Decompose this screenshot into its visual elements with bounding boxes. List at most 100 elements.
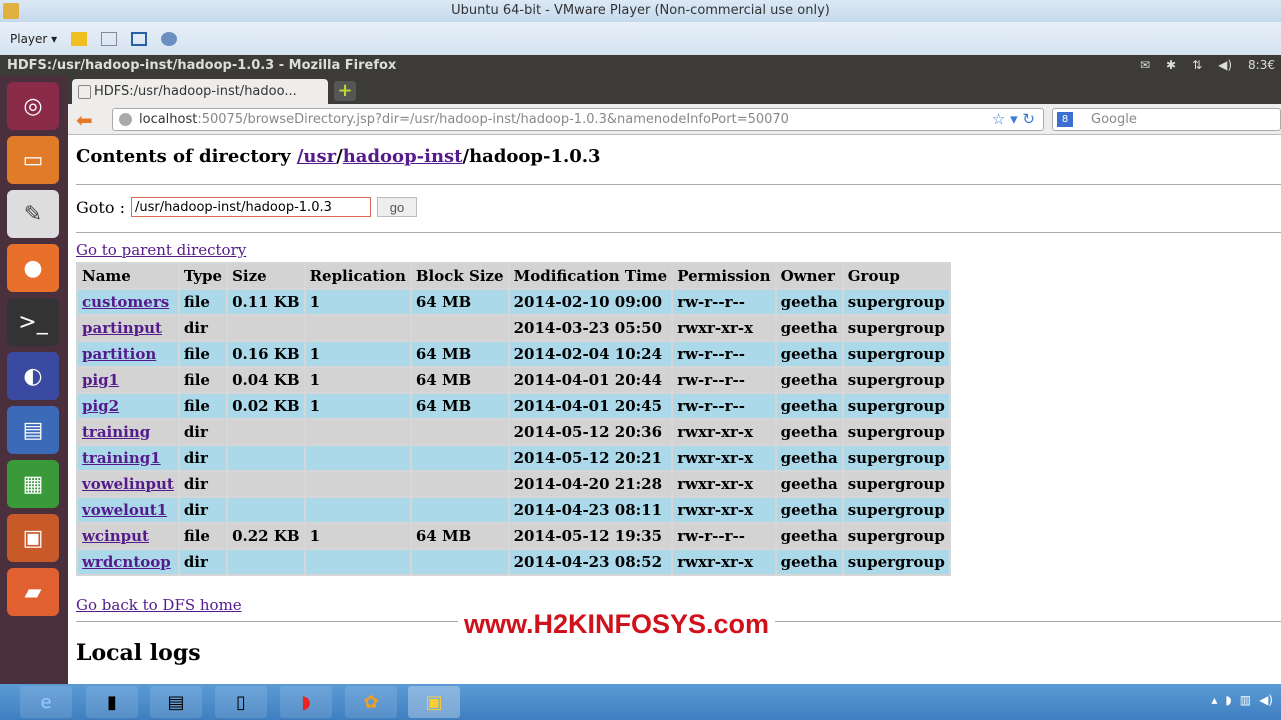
devices-icon[interactable]: [101, 31, 118, 46]
table-cell: geetha: [776, 290, 842, 314]
network-icon[interactable]: ⇅: [1192, 55, 1202, 76]
file-link[interactable]: pig1: [82, 371, 119, 389]
table-cell: 64 MB: [411, 524, 508, 548]
text-editor-icon[interactable]: ✎: [7, 190, 59, 238]
table-cell: 0.02 KB: [228, 394, 304, 418]
pause-icon[interactable]: [71, 31, 88, 46]
system-tray: ▴ ◗ ▥ ◀): [1211, 693, 1273, 707]
table-cell: [305, 550, 410, 574]
table-cell: file: [179, 524, 227, 548]
file-link[interactable]: wcinput: [82, 527, 149, 545]
fullscreen-icon[interactable]: [131, 31, 148, 46]
firefox-icon[interactable]: ●: [7, 244, 59, 292]
url-bar[interactable]: localhost:50075/browseDirectory.jsp?dir=…: [112, 108, 1044, 131]
unity-icon[interactable]: [161, 31, 178, 46]
divider: [76, 184, 1281, 185]
file-link[interactable]: vowelout1: [82, 501, 167, 519]
column-header: Modification Time: [509, 264, 672, 288]
table-cell: 64 MB: [411, 368, 508, 392]
ubuntu-top-panel: HDFS:/usr/hadoop-inst/hadoop-1.0.3 - Moz…: [0, 55, 1281, 76]
table-row: training dir 2014-05-12 20:36 rwxr-xr-x geet…: [78, 420, 949, 444]
reload-icon[interactable]: ☆ ▾ ↻: [992, 109, 1035, 130]
bluetooth-icon[interactable]: ✱: [1166, 55, 1176, 76]
clock[interactable]: 8:3€: [1248, 55, 1275, 76]
file-link[interactable]: pig2: [82, 397, 119, 415]
table-cell: 0.22 KB: [228, 524, 304, 548]
table-cell: rw-r--r--: [673, 342, 775, 366]
tray-arrow-icon[interactable]: ▴: [1211, 693, 1217, 707]
table-cell: 2014-02-10 09:00: [509, 290, 672, 314]
table-cell: [411, 498, 508, 522]
crumb-usr[interactable]: /usr: [297, 146, 336, 167]
file-link[interactable]: training: [82, 423, 150, 441]
dfs-home-link[interactable]: Go back to DFS home: [76, 596, 242, 614]
back-arrow-icon[interactable]: ⬅: [76, 108, 93, 132]
mail-icon[interactable]: ✉: [1140, 55, 1150, 76]
volume-icon[interactable]: ◀): [1218, 55, 1232, 76]
vmware-task-icon[interactable]: ▣: [408, 686, 460, 718]
table-cell: [411, 550, 508, 574]
ie-icon[interactable]: e: [20, 686, 72, 718]
file-link[interactable]: customers: [82, 293, 169, 311]
goto-input[interactable]: [130, 197, 371, 217]
table-cell: dir: [179, 550, 227, 574]
file-link[interactable]: wrdcntoop: [82, 553, 171, 571]
search-input[interactable]: 8 Google: [1052, 108, 1281, 131]
table-cell: 2014-04-20 21:28: [509, 472, 672, 496]
volume-tray-icon[interactable]: ◀): [1259, 693, 1273, 707]
new-tab-button[interactable]: +: [334, 81, 356, 101]
airtel-tray-icon[interactable]: ◗: [1225, 693, 1231, 707]
table-cell: 0.11 KB: [228, 290, 304, 314]
table-cell: 1: [305, 290, 410, 314]
table-cell: rwxr-xr-x: [673, 550, 775, 574]
airtel-icon[interactable]: ◗: [280, 686, 332, 718]
app-icon[interactable]: ▯: [215, 686, 267, 718]
active-window-title: HDFS:/usr/hadoop-inst/hadoop-1.0.3 - Moz…: [7, 58, 397, 73]
impress-icon[interactable]: ▣: [7, 514, 59, 562]
table-cell: geetha: [776, 420, 842, 444]
table-cell: [228, 550, 304, 574]
table-cell: 2014-05-12 20:21: [509, 446, 672, 470]
calc-icon[interactable]: ▦: [7, 460, 59, 508]
player-menu[interactable]: Player ▾: [10, 32, 57, 46]
crumb-hadoop-inst[interactable]: hadoop-inst: [343, 146, 463, 167]
writer-icon[interactable]: ▤: [7, 406, 59, 454]
flower-icon[interactable]: ✿: [345, 686, 397, 718]
table-cell: [305, 316, 410, 340]
name-cell: training: [78, 420, 178, 444]
terminal-icon[interactable]: >_: [7, 298, 59, 346]
table-cell: 1: [305, 342, 410, 366]
table-cell: 0.04 KB: [228, 368, 304, 392]
table-cell: [305, 420, 410, 444]
file-link[interactable]: training1: [82, 449, 161, 467]
ubuntu-dash-icon[interactable]: ◎: [7, 82, 59, 130]
table-cell: [411, 446, 508, 470]
table-cell: 2014-04-01 20:45: [509, 394, 672, 418]
table-cell: 0.16 KB: [228, 342, 304, 366]
table-cell: 1: [305, 368, 410, 392]
table-row: vowelout1 dir 2014-04-23 08:11 rwxr-xr-x gee…: [78, 498, 949, 522]
file-link[interactable]: partition: [82, 345, 156, 363]
nav-bar: ⬅ localhost:50075/browseDirectory.jsp?di…: [68, 104, 1281, 135]
window-title: Ubuntu 64-bit - VMware Player (Non-comme…: [451, 3, 830, 18]
go-button[interactable]: go: [376, 197, 417, 217]
software-center-icon[interactable]: ▰: [7, 568, 59, 616]
page-title: Contents of directory /usr/hadoop-inst/h…: [76, 146, 601, 167]
vmware-toolbar: Player ▾: [0, 22, 1281, 55]
network-tray-icon[interactable]: ▥: [1240, 693, 1251, 707]
explorer-icon[interactable]: ▤: [150, 686, 202, 718]
heading-text: Contents of directory: [76, 146, 297, 167]
media-icon[interactable]: ▮: [86, 686, 138, 718]
table-cell: 1: [305, 524, 410, 548]
table-row: partinput dir 2014-03-23 05:50 rwxr-xr-x gee…: [78, 316, 949, 340]
table-cell: geetha: [776, 342, 842, 366]
table-cell: geetha: [776, 368, 842, 392]
eclipse-icon[interactable]: ◐: [7, 352, 59, 400]
table-cell: supergroup: [843, 342, 949, 366]
files-icon[interactable]: ▭: [7, 136, 59, 184]
parent-directory-link[interactable]: Go to parent directory: [76, 241, 246, 259]
file-link[interactable]: vowelinput: [82, 475, 174, 493]
name-cell: pig1: [78, 368, 178, 392]
file-link[interactable]: partinput: [82, 319, 162, 337]
tab-hdfs[interactable]: HDFS:/usr/hadoop-inst/hadoo...: [72, 79, 328, 104]
